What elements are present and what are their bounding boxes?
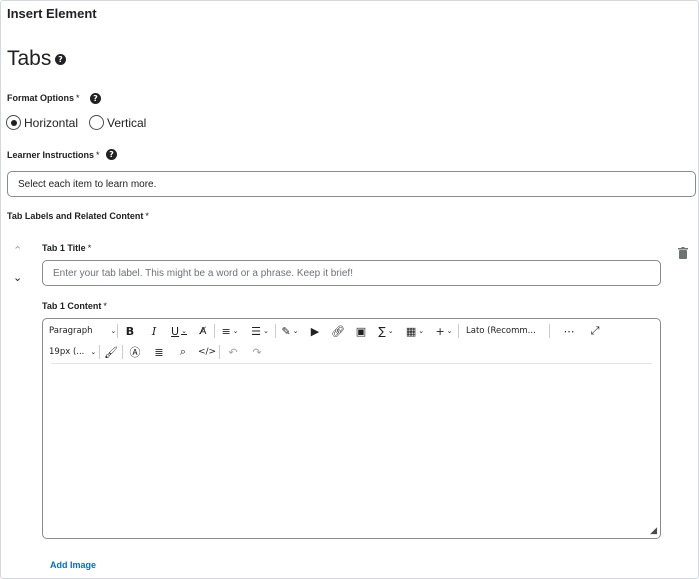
- editor-content-area[interactable]: [51, 367, 652, 526]
- font-family-select[interactable]: Lato (Recomm...: [459, 322, 549, 340]
- radio-label-vertical: Vertical: [107, 115, 147, 130]
- chevron-down-icon: ⌄: [90, 348, 97, 356]
- redo-icon[interactable]: ↷: [246, 343, 268, 361]
- insert-stuff-icon[interactable]: ✎ ⌄: [276, 322, 304, 340]
- tab-labels-section-label: Tab Labels and Related Content *: [7, 211, 149, 221]
- rich-text-editor: Paragraph ⌄ B I U ⌄ A̸ ≡ ⌄ ☰ ⌄ ✎ ⌄ ▶ 🔗︎ ▣ ∑ ⌄…: [42, 318, 661, 539]
- chevron-down-icon: ⌄: [387, 327, 394, 335]
- dialog-title: Insert Element: [7, 6, 97, 21]
- more-options-icon[interactable]: ⋯: [550, 322, 588, 340]
- radio-vertical[interactable]: [89, 115, 104, 130]
- trash-icon[interactable]: [678, 247, 688, 259]
- font-size-value: 19px (...: [49, 347, 85, 357]
- underline-button[interactable]: U ⌄: [166, 322, 192, 340]
- accessibility-icon[interactable]: Ⓐ: [123, 343, 147, 361]
- align-button[interactable]: ≡ ⌄: [215, 322, 245, 340]
- help-icon[interactable]: ?: [90, 93, 101, 104]
- page-title: Tabs: [7, 47, 52, 70]
- learner-instructions-input[interactable]: Select each item to learn more.: [7, 171, 696, 197]
- tab1-title-input[interactable]: Enter your tab label. This might be a wo…: [42, 260, 661, 286]
- radio-horizontal[interactable]: [6, 115, 21, 130]
- link-icon[interactable]: 🔗︎: [326, 322, 350, 340]
- text-style-icon[interactable]: A̸: [192, 322, 214, 340]
- font-size-select[interactable]: 19px (... ⌄: [49, 343, 99, 361]
- insert-plus-icon[interactable]: + ⌄: [430, 322, 458, 340]
- chevron-down-icon: ⌄: [292, 327, 299, 335]
- tab1-content-label: Tab 1 Content *: [42, 301, 107, 311]
- preview-icon[interactable]: ⌕: [171, 343, 195, 361]
- toolbar-divider: [51, 363, 652, 364]
- radio-option-vertical[interactable]: Vertical: [89, 115, 146, 130]
- radio-label-horizontal: Horizontal: [24, 115, 79, 130]
- learner-instructions-label: Learner Instructions *: [7, 150, 100, 160]
- equation-icon[interactable]: ∑ ⌄: [372, 322, 400, 340]
- paragraph-format-select[interactable]: Paragraph ⌄: [49, 322, 117, 340]
- chevron-down-icon: ⌄: [418, 327, 425, 335]
- chevron-down-icon: ⌄: [181, 327, 187, 335]
- italic-button[interactable]: I: [142, 322, 166, 340]
- format-painter-icon[interactable]: 🖌︎: [100, 343, 122, 361]
- chevron-down-icon[interactable]: ⌄: [13, 271, 22, 284]
- list-button[interactable]: ☰ ⌄: [245, 322, 275, 340]
- help-icon[interactable]: ?: [106, 149, 117, 160]
- editor-toolbar-row-1: Paragraph ⌄ B I U ⌄ A̸ ≡ ⌄ ☰ ⌄ ✎ ⌄ ▶ 🔗︎ ▣ ∑ ⌄…: [49, 322, 602, 340]
- image-icon[interactable]: ▣: [350, 322, 372, 340]
- radio-option-horizontal[interactable]: Horizontal: [6, 115, 78, 130]
- undo-icon[interactable]: ↶: [220, 343, 246, 361]
- fullscreen-icon[interactable]: ⤢: [588, 322, 602, 340]
- paragraph-format-value: Paragraph: [49, 326, 93, 336]
- format-options-label: Format Options *: [7, 93, 80, 103]
- resize-handle-icon[interactable]: ◢: [650, 526, 657, 536]
- insert-element-dialog: Insert Element Tabs ? Format Options * ? …: [0, 0, 699, 579]
- editor-toolbar-row-2: 19px (... ⌄ 🖌︎ Ⓐ ≣ ⌕ </> ↶ ↷: [49, 343, 268, 361]
- chevron-down-icon: ⌄: [110, 327, 117, 335]
- bold-button[interactable]: B: [118, 322, 142, 340]
- help-icon[interactable]: ?: [55, 54, 66, 65]
- chevron-down-icon: ⌄: [232, 327, 239, 335]
- media-icon[interactable]: ▶: [304, 322, 326, 340]
- chevron-down-icon: ⌄: [446, 327, 453, 335]
- word-count-icon[interactable]: ≣: [147, 343, 171, 361]
- tab1-title-label: Tab 1 Title *: [42, 243, 92, 253]
- source-code-icon[interactable]: </>: [195, 343, 219, 361]
- chevron-down-icon: ⌄: [263, 327, 269, 335]
- font-family-value: Lato (Recomm...: [466, 326, 536, 336]
- add-image-link[interactable]: Add Image: [50, 560, 96, 570]
- table-icon[interactable]: ▦ ⌄: [400, 322, 430, 340]
- chevron-up-icon[interactable]: ⌃: [13, 244, 22, 257]
